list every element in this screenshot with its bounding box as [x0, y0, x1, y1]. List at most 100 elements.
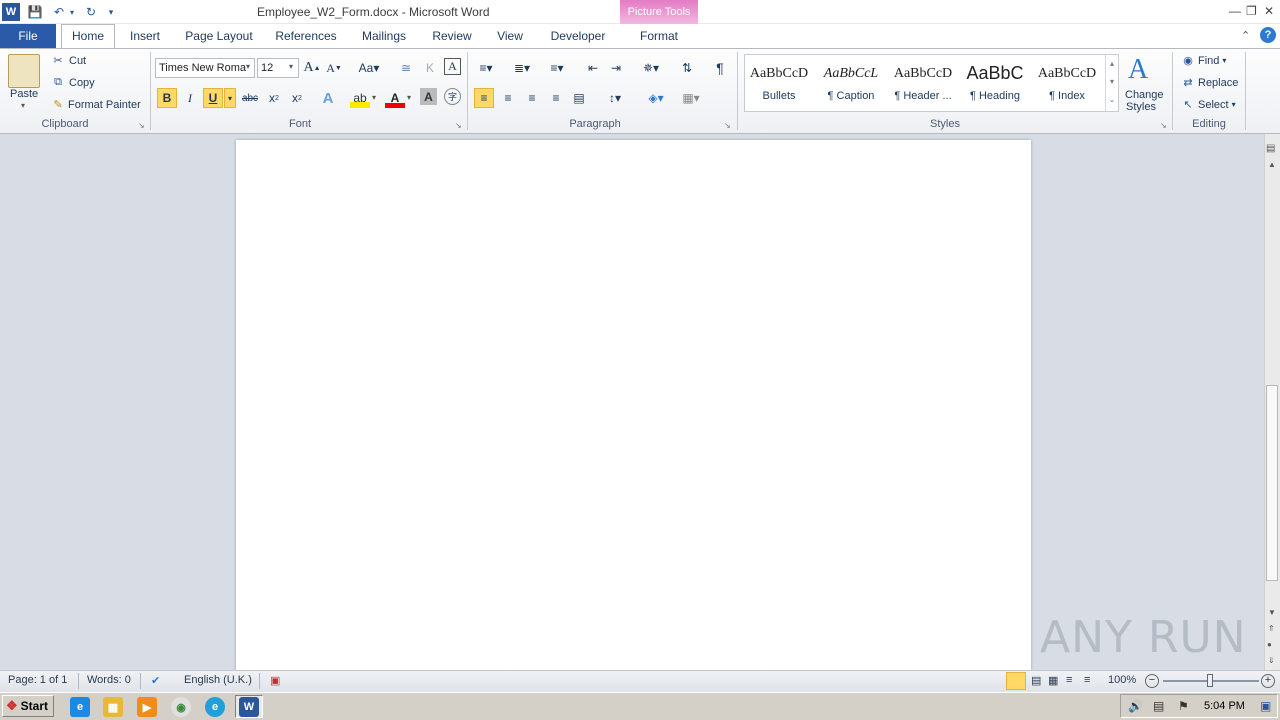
- customize-qat-icon[interactable]: ▾: [104, 3, 118, 21]
- borders-icon[interactable]: ▦▾: [677, 88, 705, 108]
- tab-home[interactable]: Home: [61, 24, 115, 49]
- numbering-icon[interactable]: ≣▾: [508, 58, 536, 78]
- font-launcher-icon[interactable]: ↘: [455, 121, 462, 130]
- tab-format[interactable]: Format: [628, 27, 690, 47]
- scroll-down-icon[interactable]: ▼: [1268, 608, 1276, 617]
- chrome-icon[interactable]: ◉: [171, 697, 191, 717]
- styles-scroll[interactable]: ▴ ▾ ⌄: [1105, 55, 1118, 111]
- highlight-dropdown-icon[interactable]: ▾: [372, 93, 376, 102]
- select-button[interactable]: ↖ Select ▾: [1180, 98, 1235, 112]
- shrink-font-icon[interactable]: A ▼: [324, 58, 344, 78]
- show-desktop-icon[interactable]: ▣: [1260, 699, 1271, 713]
- change-styles-line1[interactable]: Change: [1125, 89, 1164, 101]
- word-count[interactable]: Words: 0: [87, 674, 131, 686]
- minimize-icon[interactable]: —: [1229, 4, 1241, 18]
- paragraph-launcher-icon[interactable]: ↘: [724, 121, 731, 130]
- draft-view-icon[interactable]: ≡: [1084, 674, 1090, 686]
- volume-icon[interactable]: 🔊: [1128, 699, 1143, 713]
- zoom-out-icon[interactable]: −: [1145, 674, 1159, 688]
- save-icon[interactable]: 💾: [26, 3, 44, 21]
- scroll-up-icon[interactable]: ▲: [1268, 160, 1276, 169]
- style-caption[interactable]: AaBbCcL ¶ Caption: [816, 58, 886, 108]
- styles-launcher-icon[interactable]: ↘: [1160, 121, 1167, 130]
- undo-dropdown-icon[interactable]: ▾: [68, 3, 76, 21]
- replace-button[interactable]: ⇄ Replace: [1180, 76, 1238, 90]
- font-size-dropdown-icon[interactable]: ▾: [289, 62, 293, 71]
- character-shading-icon[interactable]: A: [420, 88, 437, 105]
- distributed-icon[interactable]: ▤: [569, 88, 589, 108]
- asian-layout-icon[interactable]: ✵▾: [638, 58, 664, 78]
- file-explorer-icon[interactable]: ▦: [103, 697, 123, 717]
- full-screen-view-icon[interactable]: ▤: [1031, 674, 1041, 687]
- help-icon[interactable]: ?: [1260, 27, 1276, 43]
- cut-button[interactable]: ✂ Cut: [50, 54, 86, 68]
- strikethrough-button[interactable]: abc: [240, 88, 260, 108]
- undo-icon[interactable]: ↶: [50, 3, 68, 21]
- change-styles-line2[interactable]: Styles: [1126, 101, 1156, 113]
- start-button[interactable]: ❖ Start: [2, 695, 54, 717]
- ruler-toggle-icon[interactable]: ▤: [1266, 143, 1275, 154]
- zoom-in-icon[interactable]: +: [1261, 674, 1275, 688]
- paste-icon[interactable]: [8, 54, 40, 88]
- macro-recording-icon[interactable]: ▣: [270, 674, 280, 687]
- align-center-icon[interactable]: ≡: [498, 88, 518, 108]
- subscript-button[interactable]: x2: [264, 88, 284, 108]
- action-center-flag-icon[interactable]: ⚑: [1178, 699, 1189, 713]
- grow-font-icon[interactable]: A ▲: [302, 58, 322, 78]
- clear-formatting-icon[interactable]: ≅: [396, 58, 416, 78]
- tab-view[interactable]: View: [490, 27, 530, 47]
- style-heading[interactable]: AaBbC ¶ Heading: [960, 58, 1030, 108]
- change-case-icon[interactable]: Aa▾: [356, 58, 382, 78]
- underline-dropdown-icon[interactable]: ▾: [224, 88, 236, 108]
- bold-button[interactable]: B: [157, 88, 177, 108]
- zoom-slider-thumb[interactable]: [1207, 674, 1213, 687]
- internet-explorer-icon[interactable]: e: [70, 697, 90, 717]
- tab-review[interactable]: Review: [427, 27, 477, 47]
- shading-icon[interactable]: ◈▾: [642, 88, 670, 108]
- superscript-button[interactable]: x2: [287, 88, 307, 108]
- tab-mailings[interactable]: Mailings: [355, 27, 413, 47]
- show-formatting-icon[interactable]: ¶: [710, 58, 730, 78]
- align-left-icon[interactable]: ≡: [474, 88, 494, 108]
- tab-insert[interactable]: Insert: [124, 27, 166, 47]
- page-count[interactable]: Page: 1 of 1: [8, 674, 67, 686]
- print-layout-view-icon[interactable]: [1006, 672, 1026, 690]
- outline-view-icon[interactable]: ≡: [1066, 674, 1072, 686]
- paste-dropdown-icon[interactable]: ▾: [21, 101, 25, 110]
- increase-indent-icon[interactable]: ⇥: [606, 58, 626, 78]
- line-spacing-icon[interactable]: ↕▾: [602, 88, 628, 108]
- next-page-icon[interactable]: ⇓: [1268, 656, 1275, 665]
- format-painter-button[interactable]: ✎ Format Painter: [50, 98, 140, 112]
- clock[interactable]: 5:04 PM: [1204, 700, 1245, 712]
- change-styles-icon[interactable]: A: [1128, 54, 1148, 86]
- media-player-icon[interactable]: ▶: [137, 697, 157, 717]
- document-page[interactable]: [236, 140, 1031, 670]
- font-color-icon[interactable]: A: [385, 88, 405, 108]
- word-app-icon[interactable]: W: [2, 3, 20, 21]
- tab-file[interactable]: File: [0, 24, 56, 48]
- find-button[interactable]: ◉ Find ▾: [1180, 54, 1226, 68]
- multilevel-list-icon[interactable]: ≡▾: [543, 58, 571, 78]
- redo-icon[interactable]: ↻: [82, 3, 100, 21]
- paste-button[interactable]: Paste: [10, 88, 38, 100]
- font-name-dropdown-icon[interactable]: ▾: [246, 62, 250, 71]
- copy-button[interactable]: ⧉ Copy: [50, 76, 95, 89]
- previous-page-icon[interactable]: ⇑: [1268, 624, 1275, 633]
- font-color-dropdown-icon[interactable]: ▾: [407, 93, 411, 102]
- scrollbar-thumb[interactable]: [1266, 385, 1278, 581]
- text-effects-icon[interactable]: A: [318, 88, 338, 108]
- restore-icon[interactable]: ❐: [1246, 4, 1257, 18]
- tab-page-layout[interactable]: Page Layout: [181, 27, 257, 47]
- highlight-icon[interactable]: ab: [350, 88, 370, 108]
- style-header[interactable]: AaBbCcD ¶ Header ...: [888, 58, 958, 108]
- font-name-field[interactable]: Times New Roma: [155, 58, 255, 78]
- web-layout-view-icon[interactable]: ▦: [1048, 674, 1058, 687]
- tab-references[interactable]: References: [270, 27, 342, 47]
- style-bullets[interactable]: AaBbCcD Bullets: [744, 58, 814, 108]
- underline-button[interactable]: U: [203, 88, 223, 108]
- character-border-icon[interactable]: A: [444, 58, 461, 75]
- sort-icon[interactable]: ⇅: [677, 58, 697, 78]
- enclose-characters-icon[interactable]: 字: [444, 88, 461, 105]
- bullets-icon[interactable]: ≡▾: [474, 58, 498, 78]
- style-index[interactable]: AaBbCcD ¶ Index: [1032, 58, 1102, 108]
